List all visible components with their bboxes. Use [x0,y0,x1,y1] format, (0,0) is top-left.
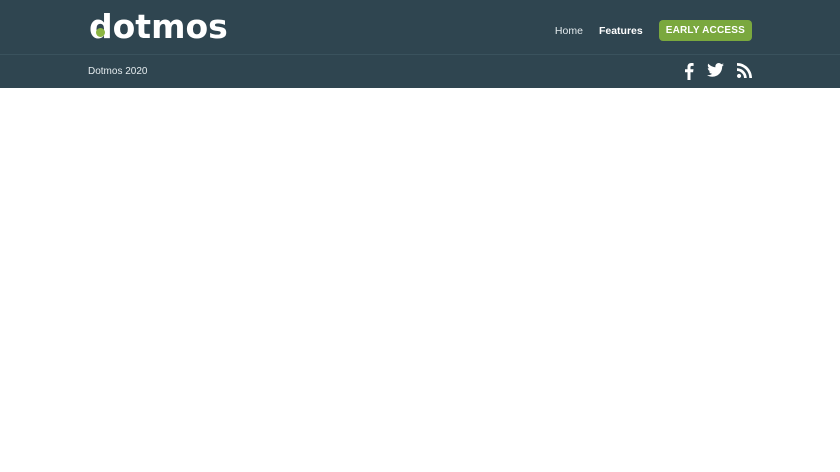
top-navigation-bar: d otmos Home Features EARLY ACCESS [0,0,840,55]
logo-letter-d: d [89,7,113,46]
dotmos-logo[interactable]: d otmos [89,6,228,48]
twitter-icon[interactable] [707,63,724,80]
social-links [671,63,752,80]
rss-icon[interactable] [737,63,752,80]
main-nav: Home Features EARLY ACCESS [555,20,752,41]
nav-features-link[interactable]: Features [599,25,643,37]
facebook-icon[interactable] [684,63,694,80]
logo-dot-icon [96,28,105,37]
nav-home-link[interactable]: Home [555,25,583,37]
site-header: d otmos Home Features EARLY ACCESS Dotmo… [0,0,840,88]
logo-text-rest: otmos [112,7,228,46]
page-content-area [0,88,840,472]
copyright-text: Dotmos 2020 [88,66,148,77]
early-access-button[interactable]: EARLY ACCESS [658,20,752,41]
header-sub-bar: Dotmos 2020 [0,55,840,88]
